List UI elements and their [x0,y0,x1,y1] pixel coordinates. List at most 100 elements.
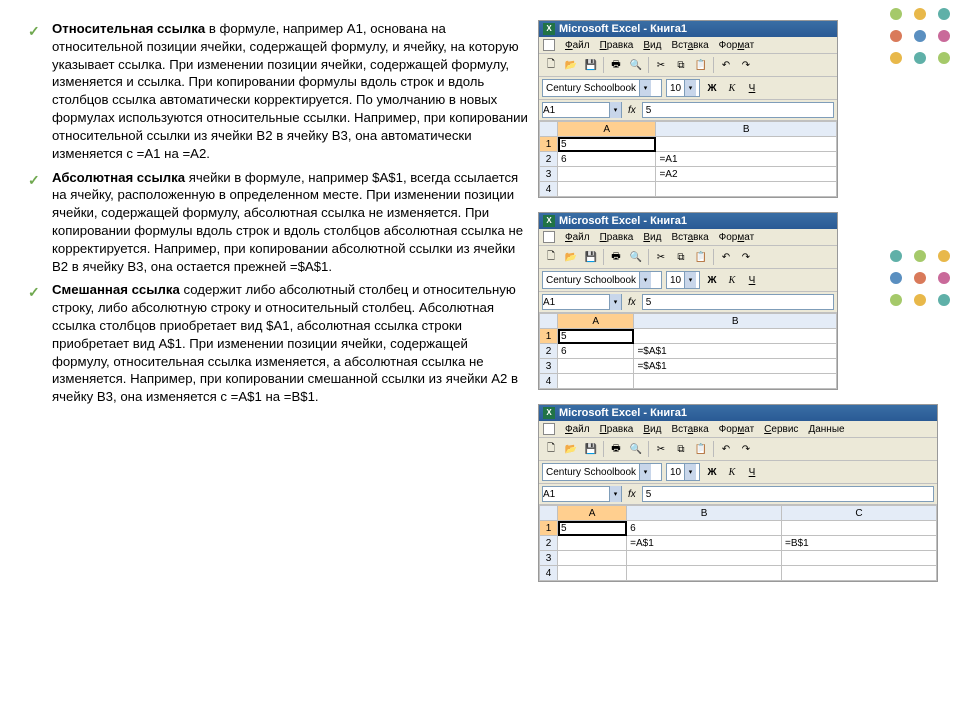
font-combo[interactable]: Century Schoolbook▾ [542,79,662,97]
menu-format[interactable]: Формат [719,232,755,243]
cell-A3[interactable] [558,551,627,566]
cell-B4[interactable] [627,566,782,581]
cell-B3[interactable]: =$A$1 [634,359,837,374]
font-size-combo[interactable]: 10▾ [666,79,700,97]
menu-file[interactable]: Файл [565,424,590,435]
cell-B1[interactable] [656,137,837,152]
new-icon[interactable]: 🗋 [542,248,560,266]
select-all-cell[interactable] [540,506,558,521]
col-header-A[interactable]: A [558,314,634,329]
menu-file[interactable]: Файл [565,232,590,243]
select-all-cell[interactable] [540,314,558,329]
copy-icon[interactable]: ⧉ [672,440,690,458]
fx-label[interactable]: fx [625,297,639,308]
menu-view[interactable]: Вид [643,424,661,435]
row-header-1[interactable]: 1 [540,329,558,344]
cell-B2[interactable]: =$A$1 [634,344,837,359]
redo-icon[interactable]: ↷ [737,248,755,266]
formula-input[interactable]: 5 [642,486,934,502]
row-header-3[interactable]: 3 [540,359,558,374]
menu-view[interactable]: Вид [643,40,661,51]
col-header-B[interactable]: B [656,122,837,137]
new-icon[interactable]: 🗋 [542,56,560,74]
italic-button[interactable]: К [724,467,740,478]
font-combo[interactable]: Century Schoolbook▾ [542,463,662,481]
cell-B2[interactable]: =A$1 [627,536,782,551]
select-all-cell[interactable] [540,122,558,137]
cell-C1[interactable] [782,521,937,536]
italic-button[interactable]: К [724,83,740,94]
menu-insert[interactable]: Вставка [671,232,708,243]
cell-A2[interactable]: 6 [558,152,656,167]
menu-insert[interactable]: Вставка [671,40,708,51]
col-header-C[interactable]: C [782,506,937,521]
row-header-2[interactable]: 2 [540,536,558,551]
row-header-1[interactable]: 1 [540,137,558,152]
menu-view[interactable]: Вид [643,232,661,243]
fx-label[interactable]: fx [625,105,639,116]
save-icon[interactable]: 💾 [582,56,600,74]
paste-icon[interactable]: 📋 [692,248,710,266]
menu-edit[interactable]: Правка [600,424,634,435]
menu-format[interactable]: Формат [719,40,755,51]
cell-B3[interactable]: =A2 [656,167,837,182]
cut-icon[interactable]: ✂ [652,440,670,458]
copy-icon[interactable]: ⧉ [672,248,690,266]
cell-B2[interactable]: =A1 [656,152,837,167]
cut-icon[interactable]: ✂ [652,56,670,74]
fx-label[interactable]: fx [625,489,639,500]
underline-button[interactable]: Ч [744,275,760,286]
preview-icon[interactable]: 🔍 [627,440,645,458]
menu-insert[interactable]: Вставка [671,424,708,435]
cell-A2[interactable]: 6 [558,344,634,359]
menu-edit[interactable]: Правка [600,232,634,243]
cell-B1[interactable] [634,329,837,344]
name-box[interactable]: A1▾ [542,102,622,118]
cell-A3[interactable] [558,359,634,374]
paste-icon[interactable]: 📋 [692,56,710,74]
new-icon[interactable]: 🗋 [542,440,560,458]
row-header-4[interactable]: 4 [540,566,558,581]
preview-icon[interactable]: 🔍 [627,248,645,266]
name-box[interactable]: A1▾ [542,294,622,310]
redo-icon[interactable]: ↷ [737,56,755,74]
cell-A2[interactable] [558,536,627,551]
undo-icon[interactable]: ↶ [717,440,735,458]
menu-file[interactable]: Файл [565,40,590,51]
print-icon[interactable]: 🖶 [607,56,625,74]
save-icon[interactable]: 💾 [582,440,600,458]
undo-icon[interactable]: ↶ [717,248,735,266]
cell-A1[interactable]: 5 [558,329,634,344]
menu-data[interactable]: Данные [808,424,844,435]
copy-icon[interactable]: ⧉ [672,56,690,74]
row-header-1[interactable]: 1 [540,521,558,536]
cell-A3[interactable] [558,167,656,182]
save-icon[interactable]: 💾 [582,248,600,266]
cell-C2[interactable]: =B$1 [782,536,937,551]
row-header-2[interactable]: 2 [540,344,558,359]
cell-B1[interactable]: 6 [627,521,782,536]
cell-A4[interactable] [558,182,656,197]
open-icon[interactable]: 📂 [562,56,580,74]
open-icon[interactable]: 📂 [562,248,580,266]
cell-A4[interactable] [558,374,634,389]
col-header-B[interactable]: B [627,506,782,521]
cell-B3[interactable] [627,551,782,566]
bold-button[interactable]: Ж [704,275,720,286]
preview-icon[interactable]: 🔍 [627,56,645,74]
row-header-3[interactable]: 3 [540,167,558,182]
print-icon[interactable]: 🖶 [607,440,625,458]
cell-A1[interactable]: 5 [558,521,627,536]
underline-button[interactable]: Ч [744,83,760,94]
bold-button[interactable]: Ж [704,83,720,94]
underline-button[interactable]: Ч [744,467,760,478]
paste-icon[interactable]: 📋 [692,440,710,458]
name-box[interactable]: A1▾ [542,486,622,502]
menu-tools[interactable]: Сервис [764,424,798,435]
row-header-4[interactable]: 4 [540,182,558,197]
italic-button[interactable]: К [724,275,740,286]
menu-format[interactable]: Формат [719,424,755,435]
font-size-combo[interactable]: 10▾ [666,463,700,481]
font-size-combo[interactable]: 10▾ [666,271,700,289]
row-header-3[interactable]: 3 [540,551,558,566]
